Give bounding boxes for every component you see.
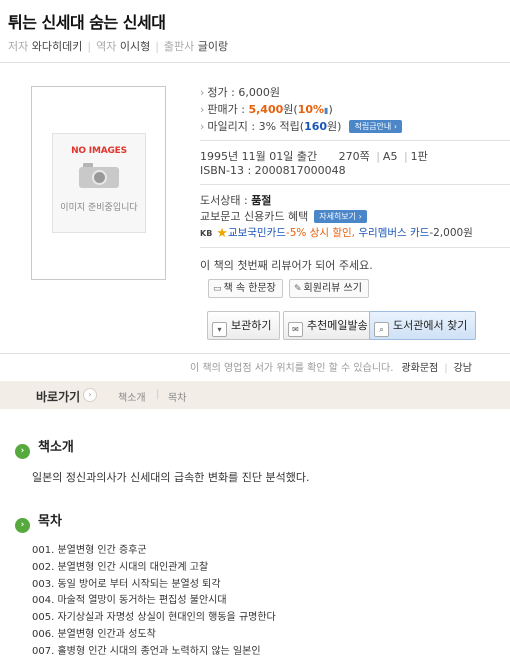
book-title: 튀는 신세대 숨는 신세대 [8,13,166,32]
toc-item: 003. 동일 방어로 부터 시작되는 분열성 퇴각 [32,578,221,590]
kb-member-card: 우리멤버스 카드 [355,227,430,239]
book-cover[interactable]: NO IMAGES 이미지 준비중입니다 [31,86,166,280]
chevron-right-icon: › [358,212,362,221]
location-text: 이 책의 영업점 서가 위치를 확인 할 수 있습니다. [190,363,394,374]
kb-star-icon: ★ [216,226,228,241]
toc-item: 002. 분열변형 인간 시대의 대인관계 고찰 [32,561,209,573]
store-link-gangnam[interactable]: 강남 [454,363,472,374]
kb-card-row: KB ★교보국민카드-5% 상시 할인, 우리멤버스 카드-2,000원 [200,225,473,241]
save-button[interactable]: ▾ 보관하기 [207,311,281,340]
card-benefit-text: 교보문고 신용카드 혜택 [200,210,309,223]
toc-item: 001. 분열변형 인간 증후군 [32,545,147,556]
library-search-button[interactable]: ⌕ 도서관에서 찾기 [369,311,477,340]
book-size: A5 [382,150,398,163]
quote-button[interactable]: ▭ 책 속 한문장 [208,279,283,298]
kb-member-discount: -2,000원 [429,227,473,239]
kb-discount: -5% 상시 할인, [285,227,356,239]
recommend-mail-button[interactable]: ✉ 추천메일발송 [283,311,377,340]
list-price-row: › 정가 : 6,000원 [200,86,280,99]
bullet-icon: › [200,103,205,116]
image-preparing-label: 이미지 준비중입니다 [60,203,138,213]
info-divider [200,247,510,248]
publisher-link[interactable]: 글이랑 [198,40,228,53]
review-prompt: 이 책의 첫번째 리뷰어가 되어 주세요. [200,259,373,272]
translator-label: 역자 [96,40,117,53]
kb-logo: KB [200,229,213,238]
page-count: 270쪽 [338,150,370,163]
book-meta: 저자 와다히데키 | 역자 이시형 | 출판사 글이랑 [8,38,228,54]
mail-icon: ✉ [288,322,303,337]
intro-text: 일본의 정신과의사가 신세대의 급속한 변화를 진단 분석했다. [32,471,310,484]
chevron-right-icon: › [15,518,30,533]
mileage-guide-button[interactable]: 적립금안내 › [349,120,403,133]
pub-date: 1995년 11월 01일 출간 [200,150,318,163]
intro-heading: › 책소개 [15,436,74,459]
quick-nav: 바로가기 › 책소개 | 목차 [0,381,510,409]
no-image-placeholder: NO IMAGES 이미지 준비중입니다 [52,133,146,233]
chevron-right-icon: › [83,388,97,402]
pub-info-row: 1995년 11월 01일 출간 270쪽 | A5 | 1판 [200,150,428,163]
card-detail-button[interactable]: 자세히보기 › [314,210,367,223]
toc-item: 007. 홀병형 인간 시대의 종언과 노력하지 않는 일본인 [32,645,261,657]
toc-item: 005. 자기상실과 자명성 상실이 현대인의 행동을 규명한다 [32,612,276,624]
card-benefit-row: 교보문고 신용카드 혜택 자세히보기 › [200,208,367,224]
bullet-icon: › [200,120,205,133]
chevron-down-icon: ▾ [212,322,227,337]
translator-link[interactable]: 이시형 [120,40,150,53]
toc-list: 001. 분열변형 인간 증후군 002. 분열변형 인간 시대의 대인관계 고… [32,543,276,661]
store-link-gwanghwamun[interactable]: 광화문점 [401,363,438,374]
meta-divider: | [155,40,159,53]
chevron-right-icon: › [15,444,30,459]
toc-item: 006. 분열변형 인간과 성도착 [32,628,156,640]
stock-status: 품절 [251,194,272,207]
book-icon: ▭ [213,284,222,294]
member-review-button[interactable]: ✎ 회원리뷰 쓰기 [289,279,369,298]
mileage-row: › 마일리지 : 3% 적립(160원) 적립금안내 › [200,118,403,134]
quick-nav-title: 바로가기 [36,390,81,404]
discount-rate: 10% [297,103,325,116]
nav-link-intro[interactable]: 책소개 [118,389,146,404]
search-icon: ⌕ [374,322,389,337]
book-header: 튀는 신세대 숨는 신세대 저자 와다히데키 | 역자 이시형 | 출판사 글이랑 [0,0,510,60]
info-divider [200,184,510,185]
edition: 1판 [410,150,428,163]
store-location-line: 이 책의 영업점 서가 위치를 확인 할 수 있습니다. 광화문점 | 강남 [190,363,473,374]
camera-icon [79,162,119,188]
stock-row: 도서상태 : 품절 [200,194,272,207]
toc-heading: › 목차 [15,510,62,533]
chevron-right-icon: › [393,122,398,131]
author-label: 저자 [8,40,29,53]
sale-price: 5,400 [248,103,284,116]
toc-item: 004. 마술적 열망이 동거하는 편집성 불안시대 [32,595,227,607]
info-divider [200,140,510,141]
mileage-points: 160 [304,120,328,133]
pencil-icon: ✎ [294,284,302,294]
list-price: 6,000원 [238,86,280,99]
publisher-label: 출판사 [163,40,195,53]
sale-price-row: › 판매가 : 5,400원(10%▮) [200,103,333,116]
author-link[interactable]: 와다히데키 [32,40,83,53]
nav-link-toc[interactable]: 목차 [168,389,186,404]
meta-divider: | [87,40,92,53]
header-divider [0,62,510,63]
bullet-icon: › [200,86,205,99]
kb-card-name: 교보국민카드 [227,227,286,239]
no-image-label: NO IMAGES [71,146,127,156]
isbn: ISBN-13 : 2000817000048 [200,164,346,177]
content-divider [0,353,510,354]
